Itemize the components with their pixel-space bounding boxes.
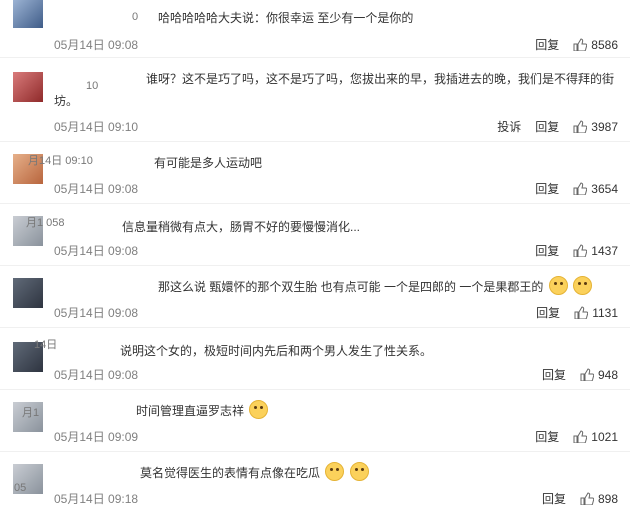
comment-actions: 回复 898 xyxy=(542,490,618,507)
reply-button[interactable]: 回复 xyxy=(535,428,559,445)
like-count: 3654 xyxy=(591,181,618,196)
avatar[interactable] xyxy=(13,72,43,102)
comment-body: 时间管理直逼罗志祥 xyxy=(136,404,245,418)
reply-button[interactable]: 回复 xyxy=(536,304,560,321)
comment-item: 05 莫名觉得医生的表情有点像在吃瓜 05月14日 09:18 回复 898 xyxy=(0,452,630,514)
comment-text: 时间管理直逼罗志祥 xyxy=(136,400,616,422)
comment-text: 信息量稍微有点大，肠胃不好的要慢慢消化... xyxy=(122,216,616,238)
user-name-fragment[interactable]: 14日 xyxy=(34,336,57,352)
emoji-icon xyxy=(573,276,593,295)
reply-button[interactable]: 回复 xyxy=(535,36,559,53)
report-button[interactable]: 投诉 xyxy=(497,118,521,135)
user-name-fragment[interactable]: 05 xyxy=(14,482,26,494)
comment-item: 月1 时间管理直逼罗志祥 05月14日 09:09 回复 1021 xyxy=(0,390,630,452)
thumbs-up-icon xyxy=(580,368,594,381)
thumbs-up-icon xyxy=(573,244,588,257)
reply-button[interactable]: 回复 xyxy=(542,490,566,507)
comment-text: 有可能是多人运动吧 xyxy=(154,152,616,174)
comment-actions: 回复 3654 xyxy=(535,180,618,197)
comment-text: 莫名觉得医生的表情有点像在吃瓜 xyxy=(140,462,616,484)
comment-body: 莫名觉得医生的表情有点像在吃瓜 xyxy=(140,466,321,480)
comment-date: 05月14日 09:08 xyxy=(54,306,139,320)
reply-button[interactable]: 回复 xyxy=(535,242,559,259)
comment-item: 0 哈哈哈哈哈大夫说：你很幸运 至少有一个是你的 05月14日 09:08 回复… xyxy=(0,0,630,58)
like-count: 1021 xyxy=(591,429,618,444)
reply-button[interactable]: 回复 xyxy=(535,118,559,135)
comment-actions: 投诉 回复 3987 xyxy=(497,118,618,135)
comment-text: 谁呀？这不是巧了吗，这不是巧了吗，您拔出来的早，我插进去的晚，我们是不得拜的街坊… xyxy=(54,68,616,112)
like-button[interactable]: 1021 xyxy=(573,430,618,444)
like-count: 1437 xyxy=(591,243,618,258)
user-name-fragment[interactable]: 月1 058 xyxy=(26,214,65,230)
thumbs-up-icon xyxy=(573,120,588,133)
thumbs-up-icon xyxy=(573,430,588,443)
like-button[interactable]: 1437 xyxy=(573,244,618,258)
reply-button[interactable]: 回复 xyxy=(542,366,566,383)
comment-actions: 回复 948 xyxy=(542,366,618,383)
comment-actions: 回复 1437 xyxy=(535,242,618,259)
comment-body: 说明这个女的，极短时间内先后和两个男人发生了性关系。 xyxy=(120,344,433,358)
comment-actions: 回复 8586 xyxy=(535,36,618,53)
comment-item: 14日 说明这个女的，极短时间内先后和两个男人发生了性关系。 05月14日 09… xyxy=(0,328,630,390)
avatar[interactable] xyxy=(13,0,43,28)
like-count: 898 xyxy=(597,491,618,506)
avatar[interactable] xyxy=(13,278,43,308)
emoji-icon xyxy=(249,400,269,419)
comment-item: 月14日 09:10 有可能是多人运动吧 05月14日 09:08 回复 365… xyxy=(0,142,630,204)
comment-item: 10 谁呀？这不是巧了吗，这不是巧了吗，您拔出来的早，我插进去的晚，我们是不得拜… xyxy=(0,58,630,142)
emoji-icon xyxy=(548,276,568,295)
comment-body: 那这么说 甄嬛怀的那个双生胎 也有点可能 一个是四郎的 一个是果郡王的 xyxy=(158,280,544,294)
comment-date: 05月14日 09:08 xyxy=(54,368,139,382)
like-count: 1131 xyxy=(592,305,618,320)
comment-body: 信息量稍微有点大，肠胃不好的要慢慢消化... xyxy=(122,220,361,234)
comment-date: 05月14日 09:10 xyxy=(54,120,139,134)
user-name-fragment[interactable]: 0 xyxy=(132,11,138,23)
thumbs-up-icon xyxy=(580,492,594,505)
like-button[interactable]: 898 xyxy=(580,492,618,506)
thumbs-up-icon xyxy=(573,182,588,195)
comment-date: 05月14日 09:18 xyxy=(54,492,139,506)
comment-text: 哈哈哈哈哈大夫说：你很幸运 至少有一个是你的 xyxy=(158,7,616,29)
comment-actions: 回复 1131 xyxy=(536,304,618,321)
like-button[interactable]: 948 xyxy=(580,368,618,382)
like-button[interactable]: 3654 xyxy=(573,182,618,196)
user-name-fragment[interactable]: 月14日 09:10 xyxy=(28,152,93,168)
like-button[interactable]: 8586 xyxy=(573,38,618,52)
comment-text: 那这么说 甄嬛怀的那个双生胎 也有点可能 一个是四郎的 一个是果郡王的 xyxy=(158,276,616,298)
thumbs-up-icon xyxy=(574,306,589,319)
comment-item: 月1 058 信息量稍微有点大，肠胃不好的要慢慢消化... 05月14日 09:… xyxy=(0,204,630,266)
comment-date: 05月14日 09:08 xyxy=(54,182,139,196)
comment-text: 说明这个女的，极短时间内先后和两个男人发生了性关系。 xyxy=(120,340,616,362)
like-button[interactable]: 1131 xyxy=(574,306,618,320)
emoji-icon xyxy=(325,462,345,481)
comment-date: 05月14日 09:08 xyxy=(54,244,139,258)
comment-body: 哈哈哈哈哈大夫说：你很幸运 至少有一个是你的 xyxy=(158,11,414,25)
like-count: 3987 xyxy=(591,119,618,134)
comment-date: 05月14日 09:09 xyxy=(54,430,139,444)
comment-body: 谁呀？这不是巧了吗，这不是巧了吗，您拔出来的早，我插进去的晚，我们是不得拜的街坊… xyxy=(54,72,615,108)
comment-body: 有可能是多人运动吧 xyxy=(154,156,263,170)
thumbs-up-icon xyxy=(573,38,588,51)
comment-item: 那这么说 甄嬛怀的那个双生胎 也有点可能 一个是四郎的 一个是果郡王的 05月1… xyxy=(0,266,630,328)
comment-actions: 回复 1021 xyxy=(535,428,618,445)
like-button[interactable]: 3987 xyxy=(573,120,618,134)
user-name-fragment[interactable]: 月1 xyxy=(22,404,39,420)
emoji-icon xyxy=(349,462,369,481)
like-count: 8586 xyxy=(591,37,618,52)
like-count: 948 xyxy=(597,367,618,382)
comment-date: 05月14日 09:08 xyxy=(54,38,139,52)
reply-button[interactable]: 回复 xyxy=(535,180,559,197)
